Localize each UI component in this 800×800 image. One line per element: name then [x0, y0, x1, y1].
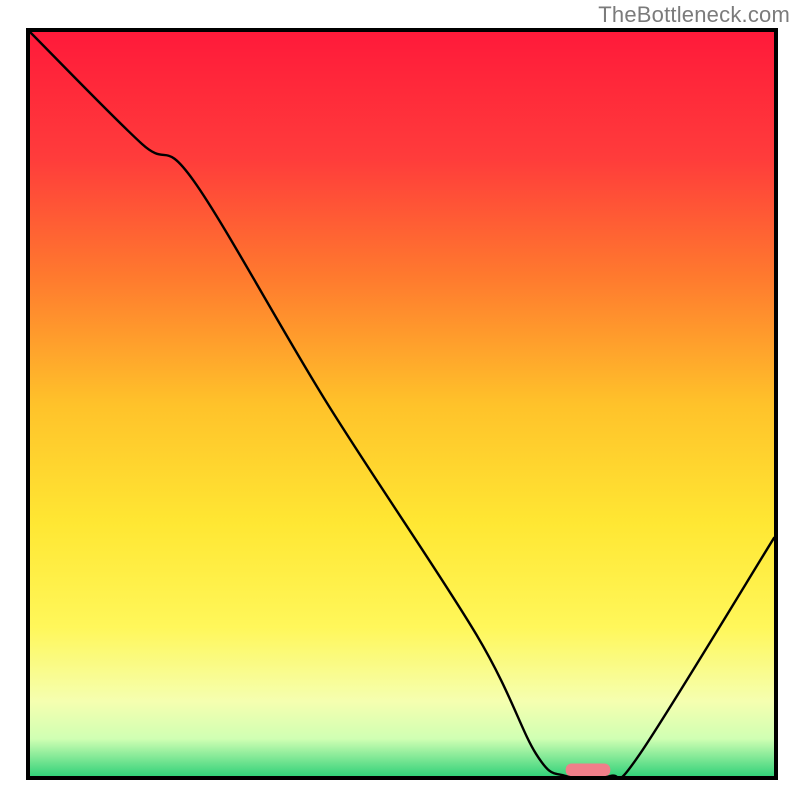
plot-area: [26, 28, 778, 780]
sweet-spot-marker: [566, 764, 611, 777]
chart-frame: TheBottleneck.com: [0, 0, 800, 800]
chart-svg: [30, 32, 774, 776]
attribution-text: TheBottleneck.com: [598, 2, 790, 28]
